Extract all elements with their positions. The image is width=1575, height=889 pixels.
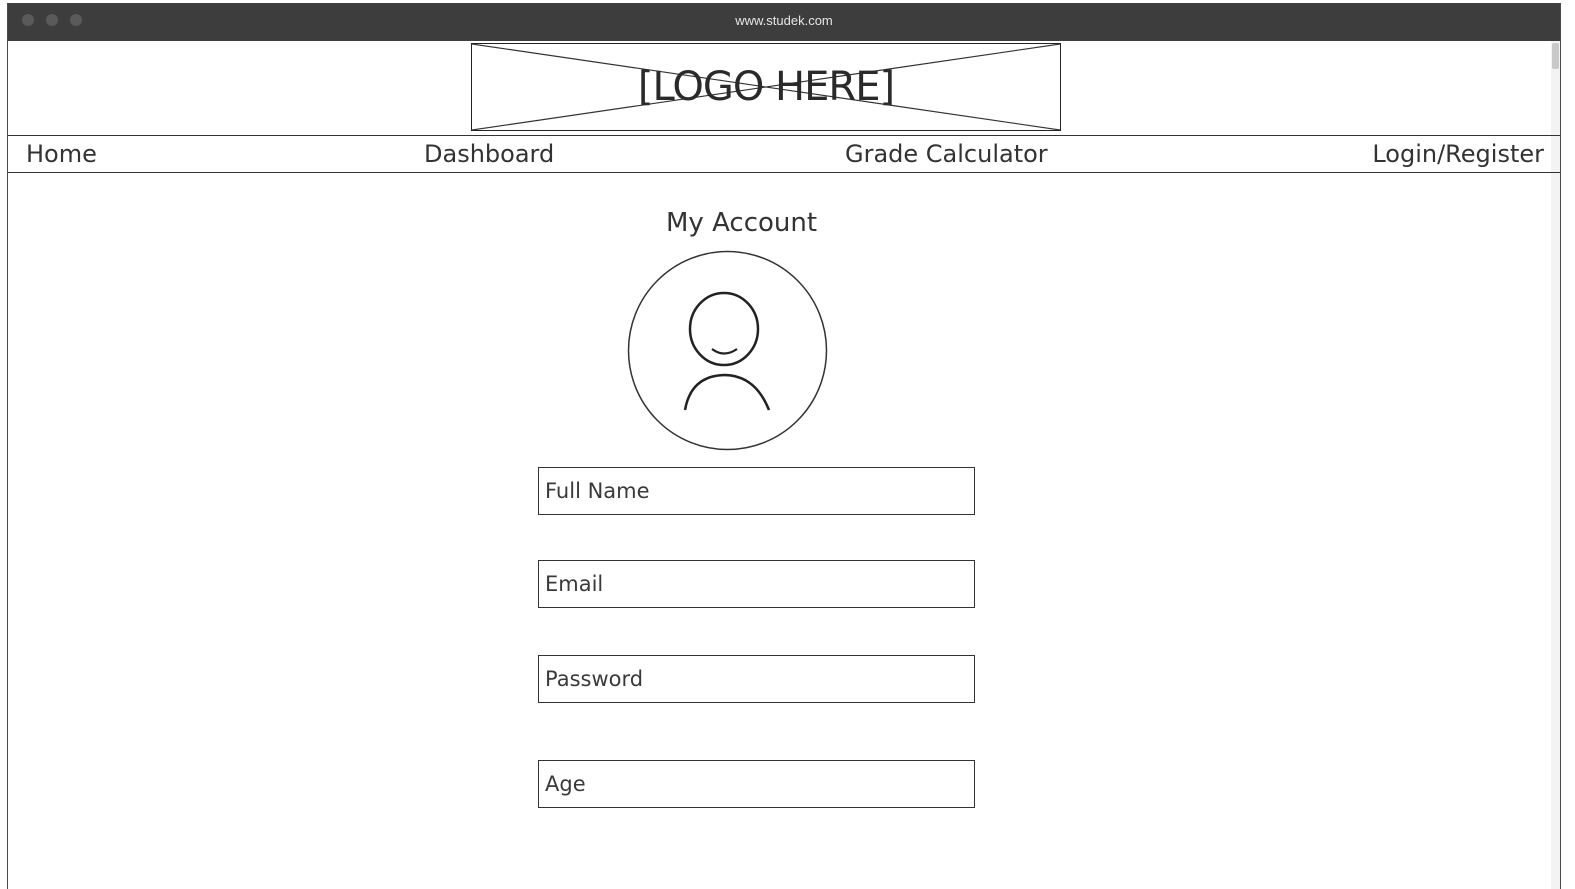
logo-text: [LOGO HERE] <box>637 64 895 110</box>
main-navigation: Home Dashboard Grade Calculator Login/Re… <box>8 135 1560 173</box>
email-input[interactable] <box>539 561 974 607</box>
address-bar-url[interactable]: www.studek.com <box>8 13 1560 28</box>
nav-dashboard-link[interactable]: Dashboard <box>424 140 554 168</box>
nav-home-link[interactable]: Home <box>26 140 97 168</box>
page-title: My Account <box>666 208 818 238</box>
password-field[interactable] <box>538 655 975 703</box>
email-field[interactable] <box>538 560 975 608</box>
user-avatar-icon[interactable] <box>627 250 828 451</box>
age-field[interactable] <box>538 760 975 808</box>
password-input[interactable] <box>539 656 974 702</box>
logo-placeholder[interactable]: [LOGO HERE] <box>471 43 1061 131</box>
nav-grade-calculator-link[interactable]: Grade Calculator <box>845 140 1048 168</box>
browser-title-bar: www.studek.com <box>8 3 1560 41</box>
full-name-field[interactable] <box>538 467 975 515</box>
browser-window: www.studek.com [LOGO HERE] Home Dashboar… <box>7 3 1561 889</box>
nav-login-register-link[interactable]: Login/Register <box>1372 140 1544 168</box>
age-input[interactable] <box>539 761 974 807</box>
full-name-input[interactable] <box>539 468 974 514</box>
scrollbar-thumb[interactable] <box>1552 43 1559 69</box>
